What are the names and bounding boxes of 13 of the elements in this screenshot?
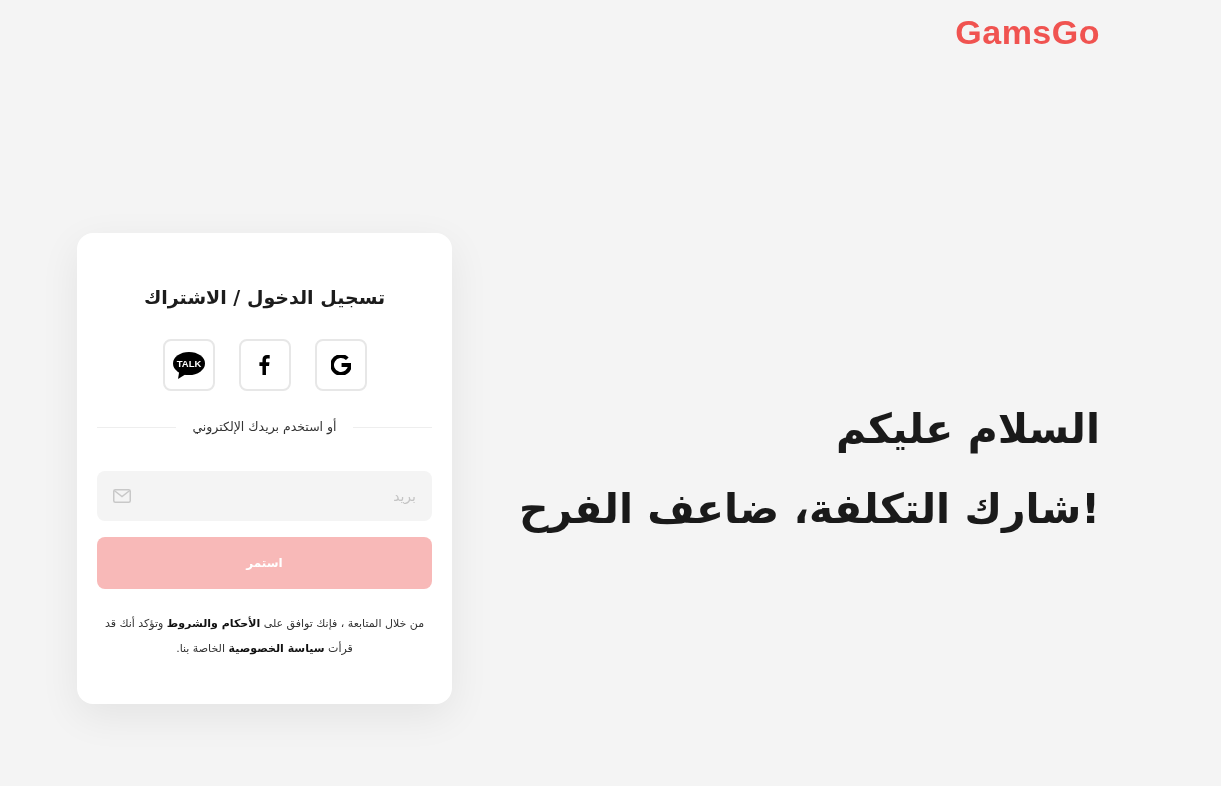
privacy-link[interactable]: سياسة الخصوصية — [228, 642, 325, 655]
g-logo-icon — [330, 355, 351, 375]
terms-link[interactable]: الأحكام والشروط — [166, 617, 261, 630]
divider-text: أو استخدم بريدك الإلكتروني — [191, 417, 338, 437]
f-logo-icon — [259, 355, 270, 375]
card-title: تسجيل الدخول / الاشتراك — [142, 285, 387, 310]
social-login-button[interactable] — [238, 339, 291, 391]
mail-icon — [113, 489, 131, 503]
social-login-button[interactable]: TALK — [162, 339, 215, 391]
greeting-heading: السلام عليكم — [834, 403, 1100, 456]
slogan-heading: شارك التكلفة، ضاعف الفرح! — [518, 483, 1100, 535]
social-login-button[interactable] — [314, 339, 367, 391]
legal-text: من خلال المتابعة ، فإنك توافق على الأحكام والشروط وتؤكد أنك قد قرأت سياسة الخصوصية الخاصة بنا. — [103, 615, 426, 657]
